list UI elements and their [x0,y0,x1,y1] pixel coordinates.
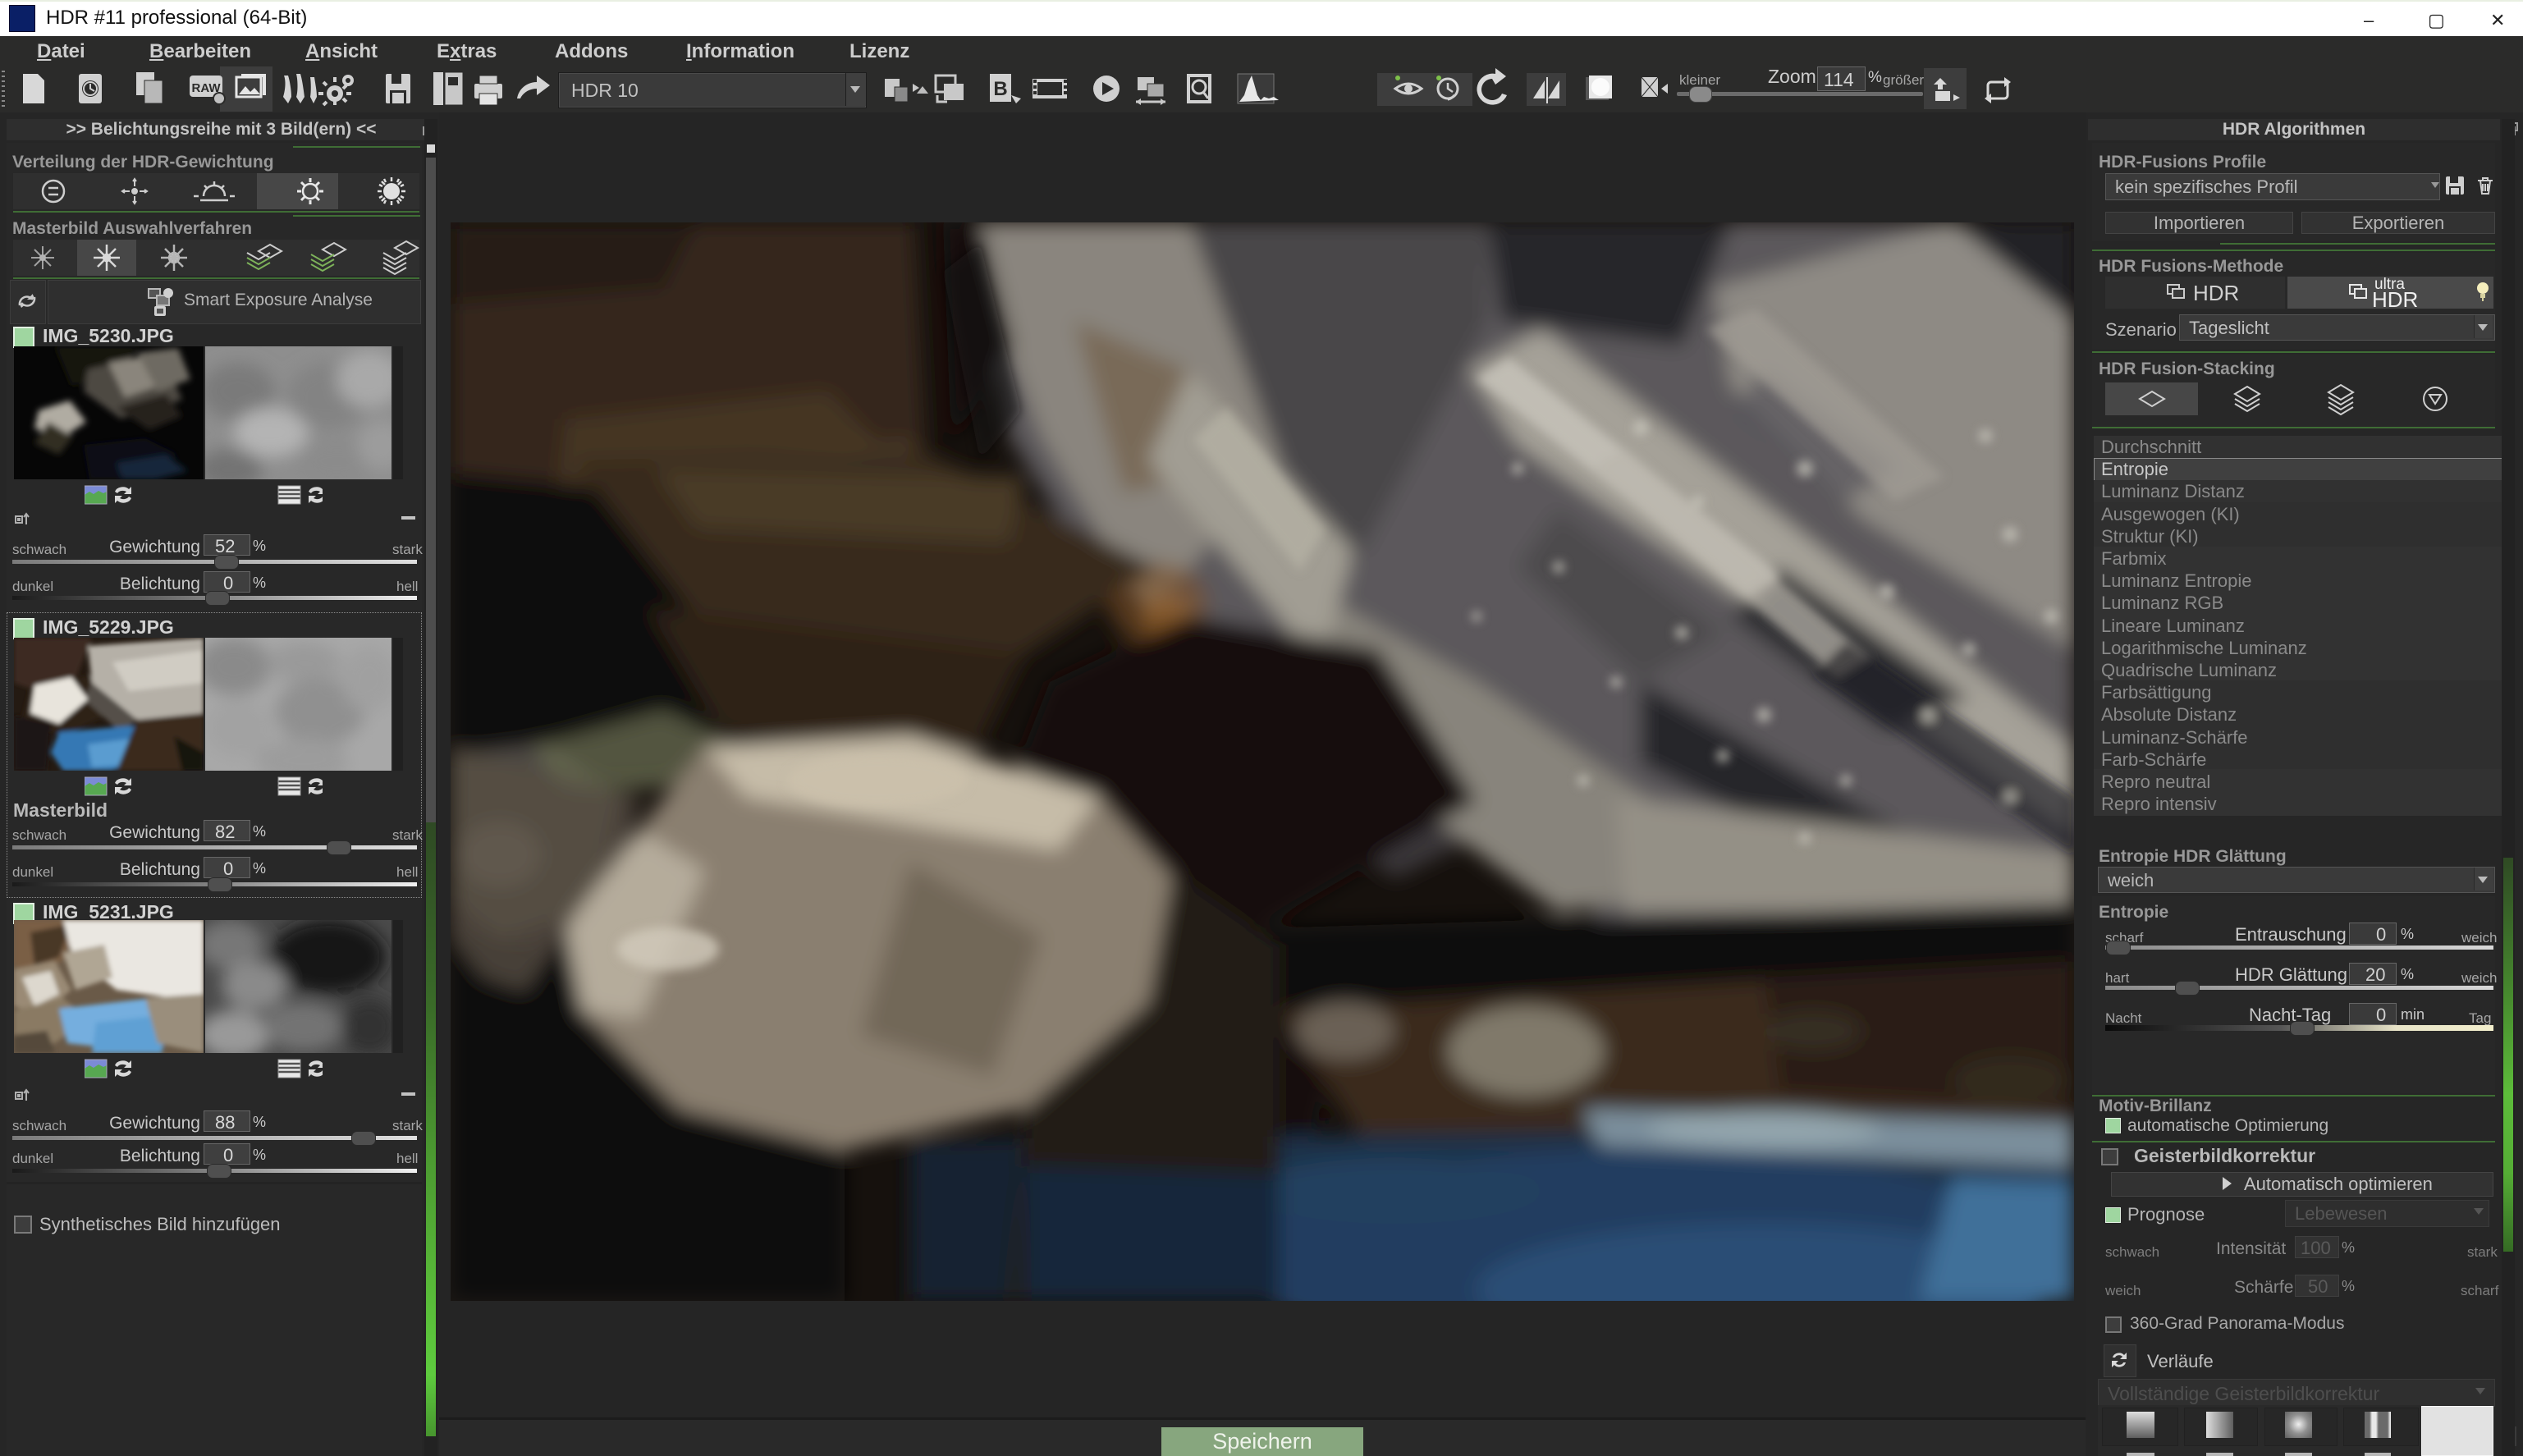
svg-text:B: B [993,78,1007,100]
